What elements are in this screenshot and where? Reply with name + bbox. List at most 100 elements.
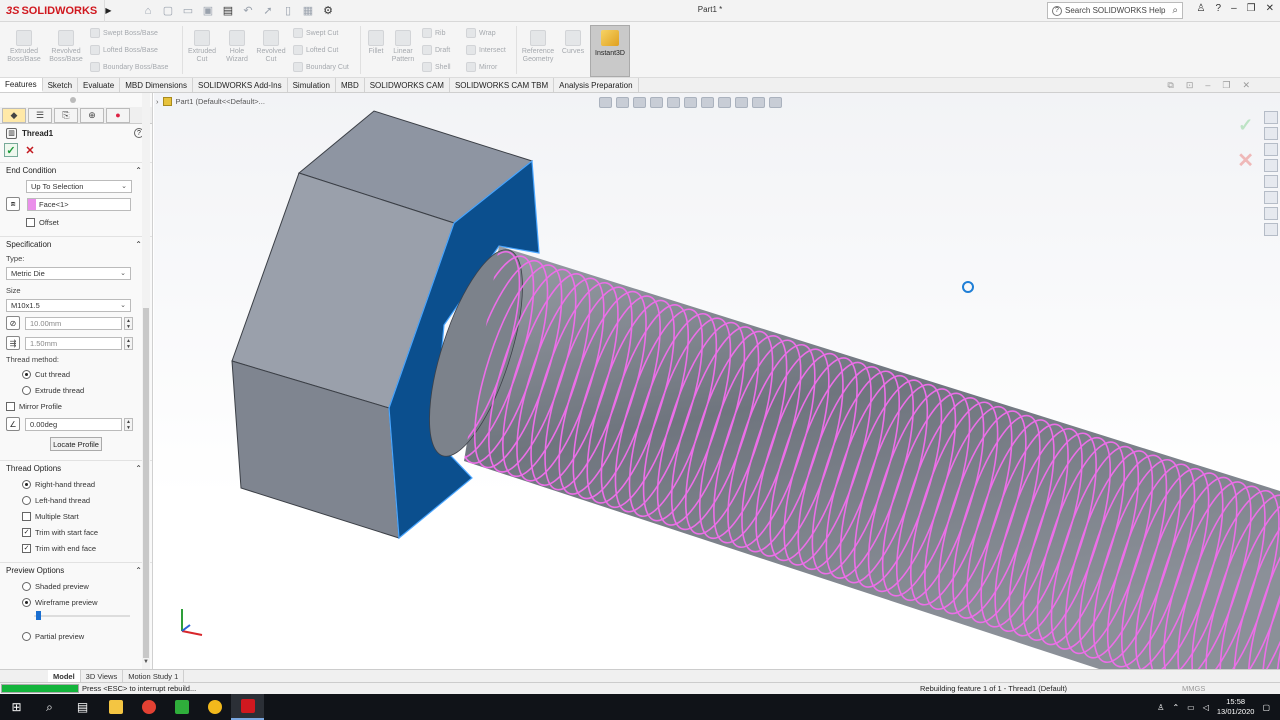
tab-simulation[interactable]: Simulation (288, 78, 336, 92)
rebuild-icon[interactable]: ▯ (280, 4, 296, 17)
linear-pattern-button[interactable]: Linear Pattern (388, 30, 418, 64)
multiple-start-checkbox[interactable] (22, 511, 31, 521)
mirror-profile-checkbox[interactable] (6, 401, 15, 411)
select-icon[interactable]: ➚ (260, 4, 276, 17)
cascade-icon[interactable]: ⊡ (1186, 80, 1194, 91)
collapse-chevron-icon[interactable]: ⌃ (135, 166, 142, 175)
undo-icon[interactable]: ↶ (240, 4, 256, 17)
design-library-icon[interactable] (1264, 127, 1278, 140)
display-style-icon[interactable] (701, 97, 714, 108)
property-manager-icon[interactable]: ☰ (28, 107, 52, 123)
instant3d-button[interactable]: Instant3D (590, 25, 630, 77)
search-icon[interactable]: ⌕ (1172, 5, 1178, 16)
collapse-chevron-icon[interactable]: ⌃ (135, 464, 142, 473)
angle-input[interactable]: 0.00deg (25, 417, 122, 431)
edit-appearance-icon[interactable] (735, 97, 748, 108)
windows-start-icon[interactable]: ⊞ (0, 694, 33, 720)
network-icon[interactable]: ▭ (1187, 703, 1195, 712)
lofted-boss-button[interactable]: Lofted Boss/Base (90, 45, 158, 55)
shell-button[interactable]: Shell (422, 62, 451, 72)
preview-options-header[interactable]: Preview Options ⌃ (0, 562, 152, 578)
apply-scene-icon[interactable] (752, 97, 765, 108)
tab-3d-views[interactable]: 3D Views (81, 670, 124, 682)
boundary-cut-button[interactable]: Boundary Cut (293, 62, 349, 72)
feature-manager-icon[interactable]: ◆ (2, 107, 26, 123)
minimize-icon[interactable]: – (1231, 3, 1237, 14)
bolt-model-view[interactable] (154, 93, 1280, 669)
extrude-thread-radio[interactable] (22, 385, 31, 395)
tab-evaluate[interactable]: Evaluate (78, 78, 121, 92)
open-icon[interactable]: ▭ (180, 4, 196, 17)
ok-button[interactable]: ✓ (4, 143, 18, 157)
collapse-chevron-icon[interactable]: ⌃ (135, 566, 142, 575)
trim-start-face-checkbox[interactable]: ✓ (22, 527, 31, 537)
tab-motion-study[interactable]: Motion Study 1 (123, 670, 185, 682)
left-hand-thread-radio[interactable] (22, 495, 31, 505)
tab-model[interactable]: Model (48, 670, 81, 682)
thread-type-select[interactable]: Metric Die ⌄ (6, 266, 131, 280)
view-palette-icon[interactable] (1264, 159, 1278, 172)
dimxpert-icon[interactable]: ⊕ (80, 107, 104, 123)
feature-tree-flyout[interactable]: › Part1 (Default<<Default>... (156, 97, 265, 106)
reference-geometry-button[interactable]: Reference Geometry (518, 30, 558, 64)
angle-spinner[interactable]: ▲ ▼ (124, 417, 133, 431)
tab-cam-tbm[interactable]: SOLIDWORKS CAM TBM (450, 78, 555, 92)
view-settings-icon[interactable] (769, 97, 782, 108)
user-icon[interactable]: ♙ (1157, 703, 1164, 712)
cancel-button[interactable]: ✕ (24, 143, 36, 157)
file-explorer-icon[interactable] (99, 694, 132, 720)
intersect-button[interactable]: Intersect (466, 45, 506, 55)
tile-icon[interactable]: ⧉ (1167, 80, 1173, 91)
fillet-button[interactable]: Fillet (362, 30, 390, 56)
rib-button[interactable]: Rib (422, 28, 446, 38)
trim-end-face-checkbox[interactable]: ✓ (22, 543, 31, 553)
confirm-ok-icon[interactable]: ✓ (1238, 115, 1253, 136)
hole-wizard-button[interactable]: Hole Wizard (220, 30, 254, 64)
swept-cut-button[interactable]: Swept Cut (293, 28, 338, 38)
chrome-icon[interactable] (132, 694, 165, 720)
notifications-icon[interactable]: ▢ (1262, 703, 1270, 712)
new-document-icon[interactable]: ▢ (160, 4, 176, 17)
section-view-icon[interactable] (650, 97, 663, 108)
tab-sketch[interactable]: Sketch (43, 78, 79, 92)
display-manager-icon[interactable]: ● (106, 107, 130, 123)
custom-properties-icon[interactable] (1264, 191, 1278, 204)
task-view-icon[interactable]: ▤ (66, 694, 99, 720)
restore-icon[interactable]: ❐ (1247, 3, 1256, 14)
pitch-spinner[interactable]: ▲ ▼ (124, 336, 133, 350)
pitch-input[interactable]: 1.50mm (25, 336, 122, 350)
previous-view-icon[interactable] (633, 97, 646, 108)
graphics-area[interactable]: › Part1 (Default<<Default>... ✓ ✕ (154, 93, 1280, 669)
diameter-input[interactable]: 10.00mm (25, 316, 122, 330)
solidworks-taskbar-icon[interactable] (231, 694, 264, 720)
volume-icon[interactable]: ◁ (1203, 703, 1209, 712)
flyout-arrow-icon[interactable]: › (156, 97, 159, 106)
options-gear-icon[interactable]: ⚙ (320, 4, 336, 17)
doc-minimize-icon[interactable]: – (1205, 80, 1210, 91)
collapse-chevron-icon[interactable]: ⌃ (135, 240, 142, 249)
view-orientation-icon[interactable] (684, 97, 697, 108)
configuration-manager-icon[interactable]: ⎘ (54, 107, 78, 123)
partial-preview-radio[interactable] (22, 631, 31, 641)
mirror-button[interactable]: Mirror (466, 62, 497, 72)
save-icon[interactable]: ▣ (200, 4, 216, 17)
tab-addins[interactable]: SOLIDWORKS Add-Ins (193, 78, 288, 92)
offset-checkbox[interactable] (26, 217, 35, 227)
slider-knob[interactable] (36, 611, 41, 620)
appearances-icon[interactable] (1264, 175, 1278, 188)
shaded-preview-radio[interactable] (22, 581, 31, 591)
file-properties-icon[interactable]: ▦ (300, 4, 316, 17)
revolved-boss-button[interactable]: Revolved Boss/Base (46, 30, 86, 64)
solidworks-resources-icon[interactable] (1264, 111, 1278, 124)
zoom-to-fit-icon[interactable] (599, 97, 612, 108)
close-icon[interactable]: ✕ (1266, 3, 1274, 14)
doc-restore-icon[interactable]: ❐ (1222, 80, 1230, 91)
show-hidden-icon[interactable]: ⌃ (1172, 703, 1179, 712)
print-icon[interactable]: ▤ (220, 4, 236, 17)
confirm-cancel-icon[interactable]: ✕ (1237, 148, 1254, 173)
file-explorer-icon[interactable] (1264, 143, 1278, 156)
thread-size-select[interactable]: M10x1.5 ⌄ (6, 298, 131, 312)
user-icon[interactable]: ♙ (1197, 3, 1206, 14)
wrap-button[interactable]: Wrap (466, 28, 496, 38)
end-condition-select[interactable]: Up To Selection ⌄ (26, 179, 132, 193)
